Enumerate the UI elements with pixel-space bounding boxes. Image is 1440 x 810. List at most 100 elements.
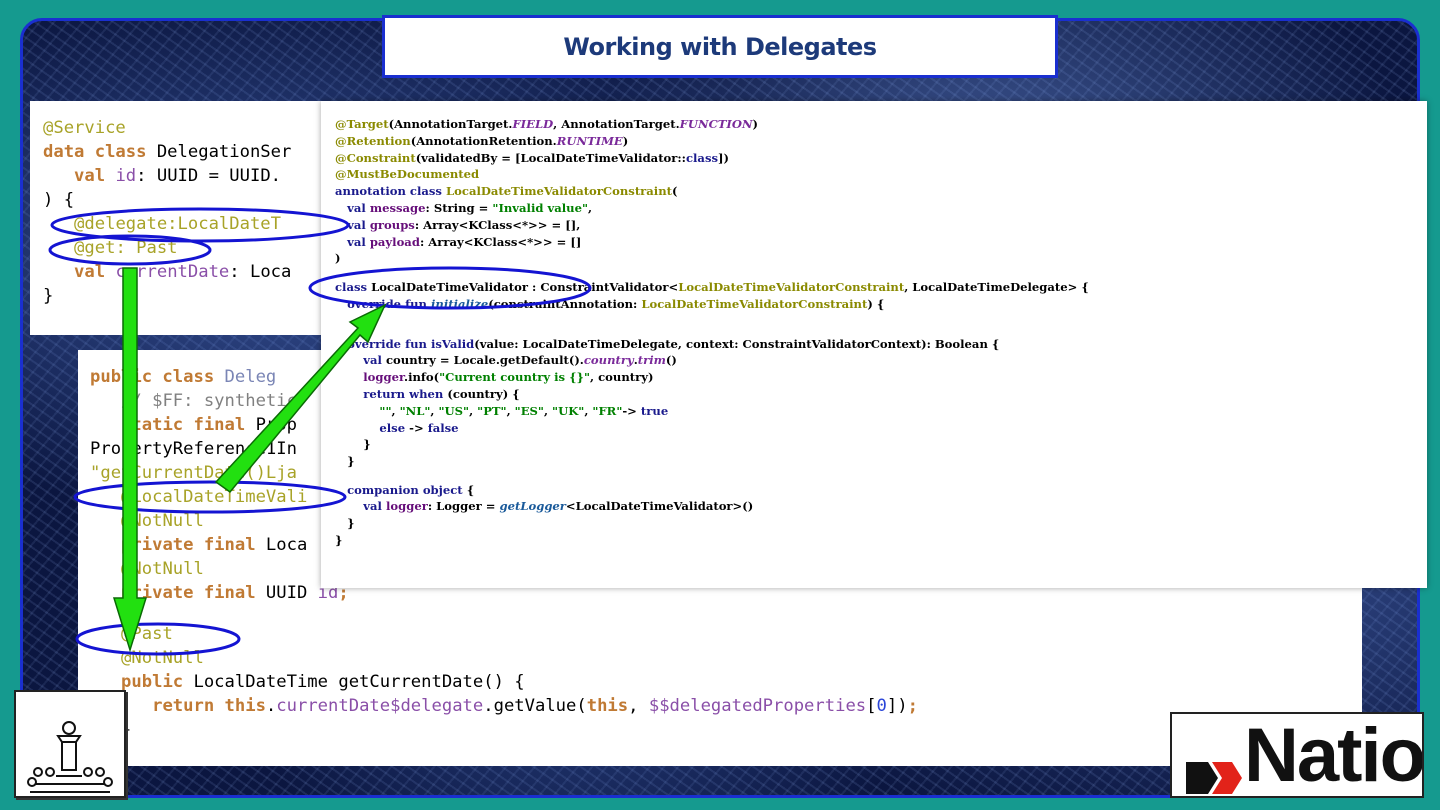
code-token: ;	[907, 696, 918, 717]
code-token: class	[685, 150, 718, 165]
code-token: }	[43, 286, 54, 306]
code-line: logger.info("Current country is {}", cou…	[335, 369, 1089, 386]
code-token: <LocalDateTimeValidator>()	[565, 499, 754, 514]
code-line: data class DelegationSer	[43, 140, 291, 164]
code-token: (AnnotationTarget.	[388, 117, 513, 131]
kotlin-code-panel: @Service data class DelegationSer val id:…	[30, 101, 360, 335]
code-token: initialize	[430, 296, 489, 311]
code-token: }	[335, 532, 343, 547]
code-token: FIELD	[512, 117, 554, 131]
code-token: PropertyReference1In	[90, 439, 297, 459]
code-token: @Retention	[335, 133, 411, 148]
code-token: : Array<KClass<*>> = []	[419, 234, 582, 249]
code-token: ,	[391, 403, 400, 418]
code-token: : Array<KClass<*>> = [],	[414, 217, 581, 232]
code-token: return when	[363, 386, 448, 401]
code-token: ,	[506, 403, 515, 418]
code-token: : Logger =	[427, 499, 500, 514]
code-token: annotation class	[335, 184, 446, 199]
brand-logo: Nation	[1170, 712, 1424, 798]
code-token: false	[427, 420, 459, 435]
code-line: @Service	[43, 116, 291, 140]
code-token: "NL"	[399, 403, 431, 418]
code-token: DelegationSer	[156, 142, 292, 162]
code-token: country	[583, 353, 634, 368]
code-token: companion object	[347, 482, 467, 497]
code-token: data class	[43, 142, 157, 162]
code-token: override fun	[347, 336, 431, 351]
code-token: (validatedBy = [LocalDateTimeValidator::	[415, 150, 686, 165]
code-token: FUNCTION	[679, 117, 753, 131]
code-line: )	[335, 250, 1089, 267]
code-line: val currentDate: Loca	[43, 260, 291, 284]
code-token: getLogger	[499, 499, 566, 514]
code-token: val	[347, 234, 370, 249]
code-line: return this.currentDate$delegate.getValu…	[90, 694, 918, 718]
code-token: ()	[665, 353, 677, 368]
code-token: LocalDateTimeValidatorConstraint	[446, 184, 672, 199]
code-token: .info(	[404, 370, 440, 385]
code-token: ])	[718, 150, 729, 165]
code-token: @delegate:LocalDateT	[74, 214, 282, 234]
code-line: public LocalDateTime getCurrentDate() {	[90, 670, 918, 694]
code-token: @Constraint	[335, 150, 416, 165]
code-token: (constraintAnnotation:	[488, 296, 642, 311]
code-token: , AnnotationTarget.	[553, 117, 680, 131]
code-line: }	[335, 436, 1089, 453]
code-line: }	[43, 284, 291, 308]
code-line: override fun initialize(constraintAnnota…	[335, 296, 1089, 313]
code-token: val	[347, 217, 370, 232]
code-token: val	[74, 166, 116, 186]
code-token: , LocalDateTimeDelegate> {	[904, 279, 1089, 294]
code-line: val id: UUID = UUID.	[43, 164, 291, 188]
code-line: else -> false	[335, 420, 1089, 437]
code-token: ])	[886, 696, 908, 717]
code-token: "getCurrentDate()Lja	[90, 463, 297, 483]
code-token: return this	[152, 696, 266, 717]
code-token: {	[466, 482, 475, 497]
code-line: val payload: Array<KClass<*>> = []	[335, 234, 1089, 251]
code-token: @Target	[335, 117, 389, 131]
code-line: val groups: Array<KClass<*>> = [],	[335, 217, 1089, 234]
code-token: }	[335, 516, 355, 531]
code-token: ,	[469, 403, 478, 418]
code-token: private final	[121, 583, 266, 603]
code-line: @NotNull	[90, 646, 918, 670]
code-token: "PT"	[477, 403, 507, 418]
code-token: logger	[385, 499, 428, 514]
code-token: LocalDateTimeValidator : ConstraintValid…	[371, 279, 679, 294]
code-token: val	[347, 200, 370, 215]
slide-title-box: Working with Delegates	[382, 15, 1058, 78]
chess-logo	[14, 690, 126, 798]
chess-audience-icon	[27, 721, 113, 793]
code-token: @NotNull	[121, 511, 204, 531]
code-token: )	[752, 117, 759, 131]
code-token: : Loca	[229, 262, 292, 282]
code-token: [	[866, 696, 877, 717]
code-token: "US"	[438, 403, 470, 418]
code-line: companion object {	[335, 482, 1089, 499]
code-line: @delegate:LocalDateT	[43, 212, 291, 236]
code-line: val country = Locale.getDefault().countr…	[335, 352, 1089, 369]
code-token: @LocalDateTimeVali	[121, 487, 308, 507]
code-token: RUNTIME	[556, 133, 623, 148]
code-token: : UUID = UUID.	[136, 166, 282, 186]
code-token: Deleg	[224, 367, 277, 387]
code-token: ) {	[867, 296, 885, 311]
code-token: isValid	[430, 336, 475, 351]
code-line: @Target(AnnotationTarget.FIELD, Annotati…	[335, 116, 1089, 133]
code-token: private final	[121, 535, 266, 555]
